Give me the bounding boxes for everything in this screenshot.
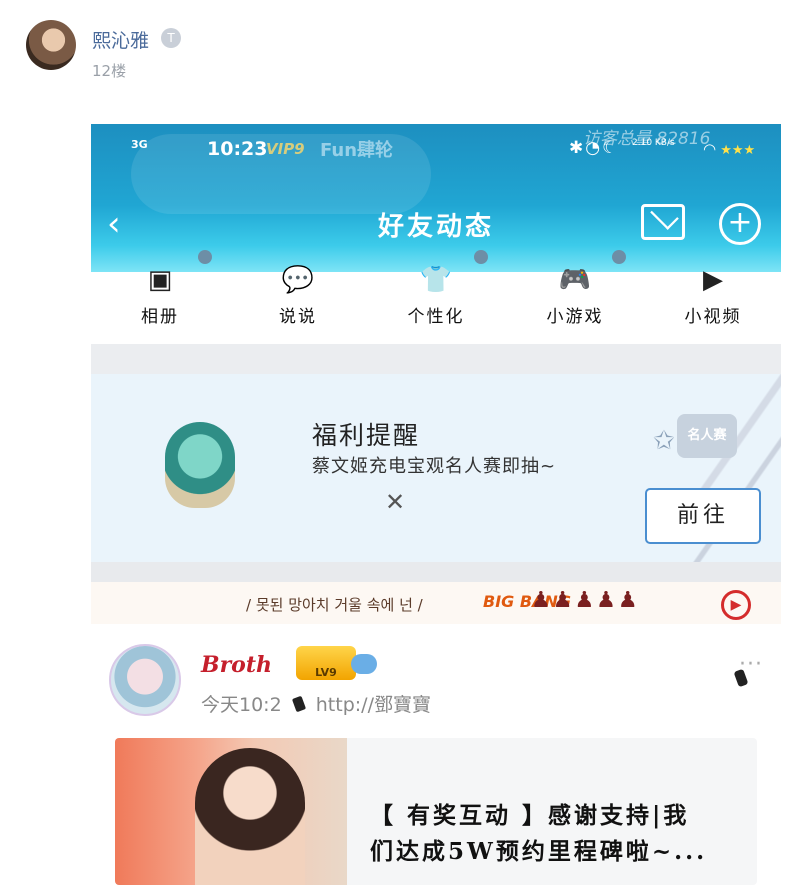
feed-username[interactable]: Broth (201, 652, 272, 678)
post-time: 今天10:2 (201, 694, 282, 716)
quick-action-label: 说说 (279, 307, 317, 327)
poster-username[interactable]: 熙沁雅 (92, 26, 149, 53)
quick-action-videos[interactable]: ▶ 小视频 (653, 265, 773, 344)
sparkle-icon: ✕ (385, 488, 406, 516)
feed-avatar[interactable] (109, 644, 181, 716)
status-icons: ✱◔☾ (569, 138, 619, 158)
quick-action-label: 小视频 (684, 307, 742, 327)
album-icon: ▣ (147, 265, 173, 295)
quick-action-games[interactable]: 🎮 小游戏 (515, 265, 635, 344)
banner-subtitle: 蔡文姬充电宝观名人赛即抽~ (312, 456, 557, 477)
article-thumbnail-figure (195, 748, 305, 885)
vip-crown-badge: LV9 (296, 646, 356, 680)
alarm-icon: ◔ (585, 138, 603, 158)
gamepad-icon: 🎮 (558, 265, 592, 295)
feed-post: Broth LV9 今天10:2 http://鄧寶寶 ··· 【 有奖互动 】… (91, 624, 781, 885)
network-indicator: 3G (131, 138, 148, 151)
welfare-banner[interactable]: 福利提醒 蔡文姬充电宝观名人赛即抽~ ✕ ✩ 名人赛 前往 (91, 374, 781, 562)
quick-action-label: 相册 (141, 307, 179, 327)
quick-actions: ▣ 相册 💬 说说 👕 个性化 🎮 小游戏 ▶ 小视频 (91, 265, 781, 344)
moon-icon: ☾ (602, 138, 620, 158)
carousel-dot (474, 250, 488, 264)
play-button-icon[interactable]: ▶ (721, 590, 751, 620)
post-meta: 今天10:2 http://鄧寶寶 (201, 690, 431, 717)
fun-tag: Fun肆轮 (320, 140, 394, 161)
add-circle-icon[interactable]: + (719, 203, 761, 245)
quick-action-label: 个性化 (407, 307, 465, 327)
article-title-line2: 们达成5W预约里程碑啦~... (370, 838, 708, 865)
quick-action-shuoshuo[interactable]: 💬 说说 (238, 265, 358, 344)
wifi-icon: ◠ (703, 140, 717, 158)
star-badges: ◠ ★★★ (703, 140, 756, 158)
level-badge-icon: T (161, 28, 181, 48)
quick-action-personalize[interactable]: 👕 个性化 (376, 265, 496, 344)
gem-badge (351, 654, 377, 674)
status-time: 10:23 (207, 138, 268, 160)
vip-tag: VIP9 (266, 140, 305, 158)
floor-number: 12楼 (92, 62, 127, 80)
shared-article-card[interactable]: 【 有奖互动 】感谢支持|我 们达成5W预约里程碑啦~... (115, 738, 757, 885)
event-logo: 名人赛 (677, 414, 737, 458)
chat-bubble-icon: 💬 (281, 265, 315, 295)
quick-action-label: 小游戏 (546, 307, 604, 327)
pin-icon (291, 695, 306, 713)
play-circle-icon: ▶ (703, 265, 723, 295)
star-icon: ✩ (653, 426, 675, 456)
banner-title: 福利提醒 (312, 421, 421, 450)
article-title-line1: 【 有奖互动 】感谢支持|我 (370, 802, 690, 829)
band-members-image: ♟♟♟♟♟ (531, 588, 640, 613)
music-bar[interactable]: / 못된 망아치 거울 속에 넌 / BIG BANG ♟♟♟♟♟ ▶ (91, 582, 781, 624)
section-divider (91, 562, 781, 582)
carousel-dot (612, 250, 626, 264)
song-lyric: / 못된 망아치 거울 속에 넌 / (246, 596, 423, 614)
carousel-dot (198, 250, 212, 264)
powerbank-image (165, 422, 235, 508)
embedded-screenshot: 3G 10:23 VIP9 Fun肆轮 访客总量 82816 ✱◔☾ 2.10 … (91, 124, 781, 885)
app-header: 3G 10:23 VIP9 Fun肆轮 访客总量 82816 ✱◔☾ 2.10 … (91, 124, 781, 272)
bluetooth-icon: ✱ (569, 138, 586, 158)
mail-icon[interactable] (641, 204, 685, 240)
post-source: http://鄧寶寶 (315, 694, 431, 716)
article-thumbnail (115, 738, 347, 885)
net-speed: 2.10 KB/s (632, 138, 675, 148)
go-button[interactable]: 前往 (645, 488, 761, 544)
poster-avatar[interactable] (26, 20, 76, 70)
quick-action-album[interactable]: ▣ 相册 (100, 265, 220, 344)
section-divider (91, 344, 781, 374)
tshirt-icon: 👕 (419, 265, 453, 295)
